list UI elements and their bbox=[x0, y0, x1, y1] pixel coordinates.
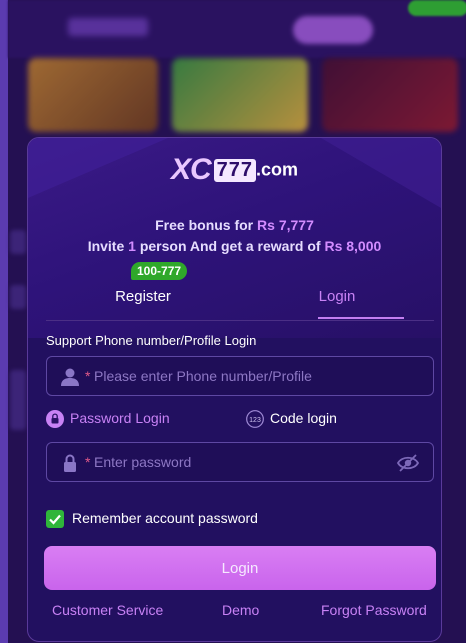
support-label: Support Phone number/Profile Login bbox=[46, 333, 257, 348]
background-badge bbox=[408, 0, 466, 16]
brand-777: 777 bbox=[213, 158, 257, 182]
password-field: * bbox=[46, 442, 434, 482]
promo-text: Free bonus for bbox=[155, 217, 258, 233]
background-logo bbox=[68, 18, 148, 36]
forgot-password-link[interactable]: Forgot Password bbox=[321, 602, 427, 618]
login-modal: XC 777 .com Free bonus for Rs 7,777 Invite… bbox=[27, 137, 442, 642]
phone-input[interactable] bbox=[94, 357, 394, 395]
tab-active-indicator bbox=[318, 317, 404, 319]
brand-xc: XC bbox=[170, 153, 212, 186]
brand-suffix: .com bbox=[256, 159, 299, 180]
code-login-mode[interactable]: 123 Code login bbox=[246, 410, 337, 429]
promo-line-2: Invite 1 person And get a reward of Rs 8… bbox=[28, 238, 441, 254]
footer-links: Customer Service Demo Forgot Password bbox=[28, 602, 441, 622]
tab-login-label: Login bbox=[318, 288, 356, 305]
demo-link[interactable]: Demo bbox=[222, 602, 259, 618]
remember-checkbox[interactable] bbox=[46, 510, 64, 529]
background-header bbox=[8, 0, 466, 58]
tab-register[interactable]: 100-777 Register bbox=[46, 262, 240, 320]
promo-text: Invite bbox=[87, 238, 129, 254]
password-input[interactable] bbox=[94, 443, 394, 481]
customer-service-link[interactable]: Customer Service bbox=[52, 602, 163, 618]
code-login-label: Code login bbox=[270, 410, 337, 426]
remember-password: Remember account password bbox=[46, 510, 258, 529]
brand-logo: XC 777 .com bbox=[28, 153, 441, 187]
check-icon bbox=[49, 515, 61, 525]
password-login-mode[interactable]: Password Login bbox=[46, 410, 170, 429]
required-mark: * bbox=[85, 368, 91, 384]
phone-field: * bbox=[46, 356, 434, 396]
background-side-item bbox=[10, 230, 26, 254]
svg-text:123: 123 bbox=[249, 417, 261, 424]
remember-label[interactable]: Remember account password bbox=[72, 510, 258, 526]
code-123-icon: 123 bbox=[246, 410, 264, 429]
promo-amount: Rs 7,777 bbox=[257, 217, 314, 233]
promo-line-1: Free bonus for Rs 7,777 bbox=[28, 217, 441, 233]
password-login-label: Password Login bbox=[70, 410, 170, 426]
tab-login[interactable]: Login bbox=[240, 268, 434, 320]
lock-icon bbox=[64, 454, 76, 472]
tabs-divider bbox=[46, 320, 434, 321]
background-game-tile bbox=[322, 58, 458, 132]
promo-text: person And get a reward of bbox=[135, 238, 325, 254]
background-side-item bbox=[10, 370, 26, 430]
background-button bbox=[293, 16, 373, 44]
promo-count: 1 bbox=[128, 238, 136, 254]
background-game-tile bbox=[172, 58, 308, 132]
login-button[interactable]: Login bbox=[44, 546, 436, 590]
auth-tabs: 100-777 Register Login bbox=[46, 262, 434, 320]
promo-reward: Rs 8,000 bbox=[324, 238, 382, 254]
lock-icon bbox=[46, 410, 64, 429]
register-badge: 100-777 bbox=[131, 262, 188, 280]
eye-off-icon[interactable] bbox=[397, 453, 419, 473]
background-game-tile bbox=[28, 58, 158, 132]
background-side-item bbox=[10, 285, 26, 309]
tab-register-label: Register bbox=[115, 288, 171, 305]
user-icon bbox=[61, 368, 79, 386]
background-sidebar bbox=[0, 0, 8, 643]
required-mark: * bbox=[85, 454, 91, 470]
